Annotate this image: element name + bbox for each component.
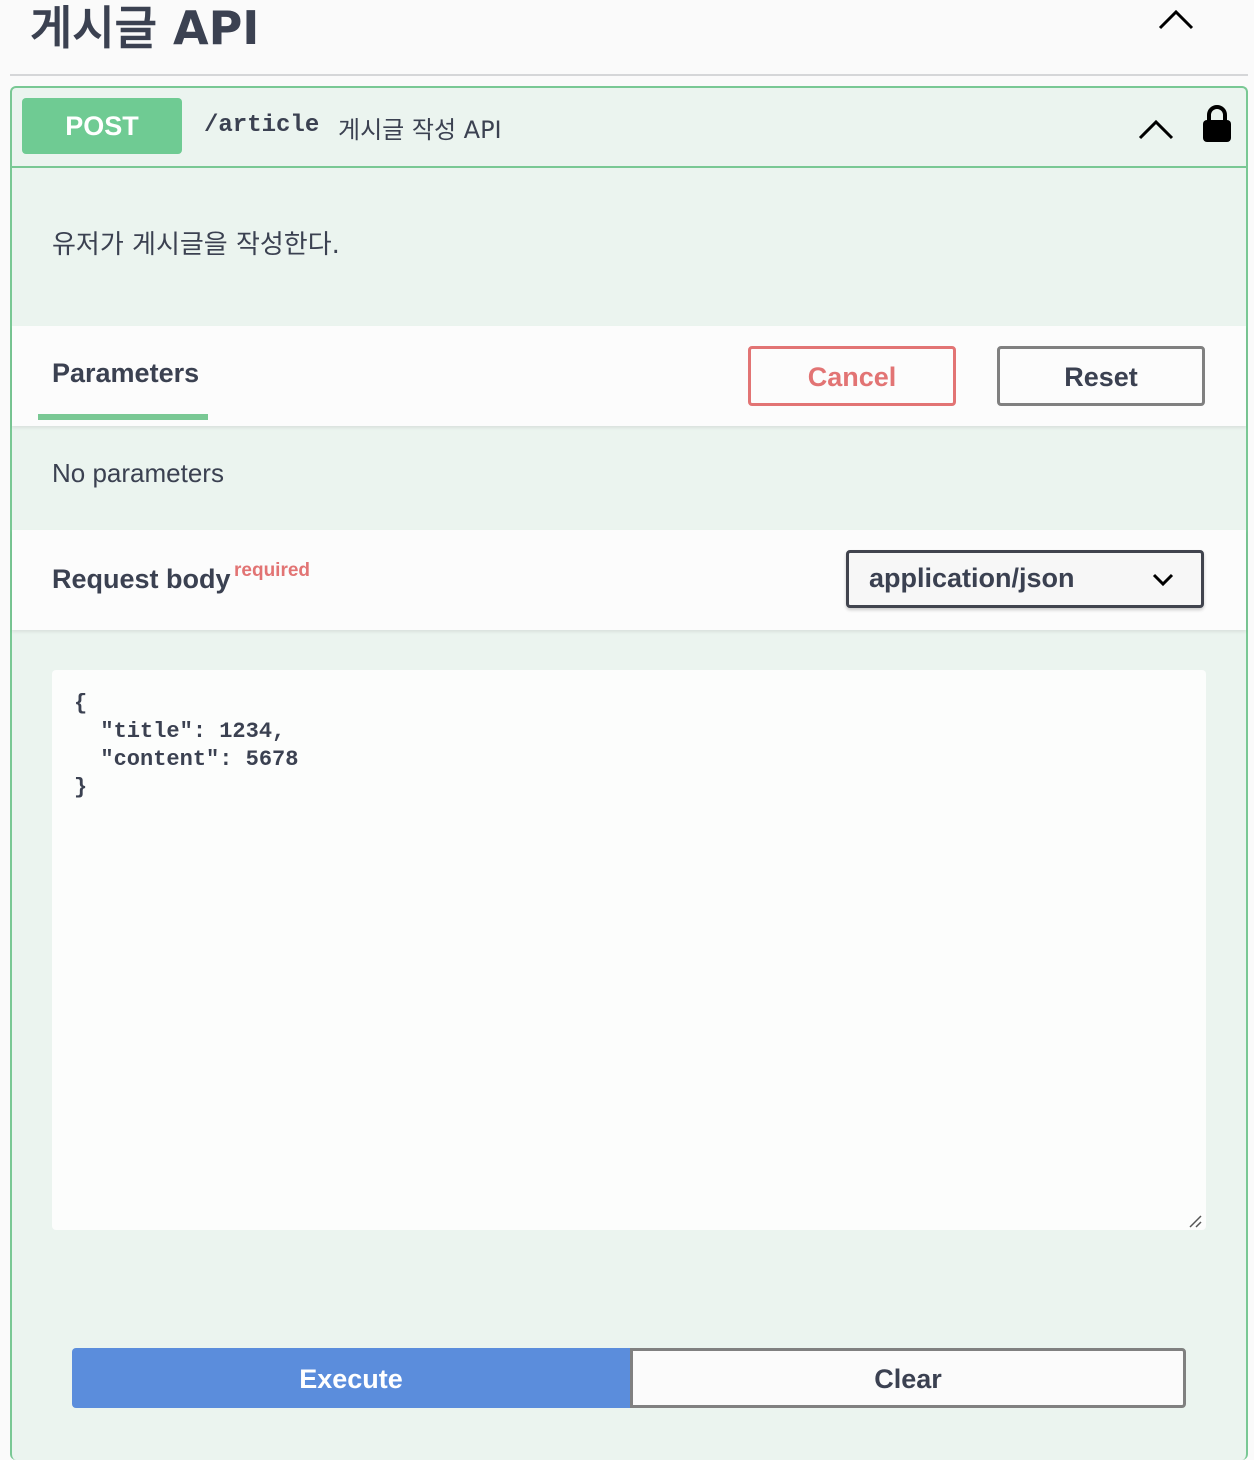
operation-block: POST /article 게시글 작성 API 유저가 게시글을 작성한다. … xyxy=(10,86,1248,1460)
operation-summary-text: 게시글 작성 API xyxy=(338,116,502,144)
tag-header[interactable]: 게시글 API xyxy=(10,0,1248,76)
request-body-label: Request body xyxy=(52,564,231,594)
lock-icon[interactable] xyxy=(1202,104,1232,144)
chevron-up-icon[interactable] xyxy=(1138,118,1174,140)
request-body-editor[interactable]: { "title": 1234, "content": 5678 } xyxy=(52,670,1206,1230)
operation-description: 유저가 게시글을 작성한다. xyxy=(52,230,340,260)
cancel-button[interactable]: Cancel xyxy=(748,346,956,406)
operation-summary[interactable]: POST /article 게시글 작성 API xyxy=(12,88,1246,168)
chevron-down-icon xyxy=(1152,573,1174,587)
execute-button[interactable]: Execute xyxy=(72,1348,630,1408)
request-body-header: Request body required application/json xyxy=(12,530,1246,630)
no-parameters-text: No parameters xyxy=(52,458,224,488)
method-badge: POST xyxy=(22,98,182,154)
parameters-header: Parameters Cancel Reset xyxy=(12,326,1246,426)
required-badge: required xyxy=(234,560,311,581)
request-body-json[interactable]: { "title": 1234, "content": 5678 } xyxy=(74,690,298,802)
resize-handle-icon[interactable] xyxy=(1188,1214,1202,1228)
content-type-value: application/json xyxy=(869,563,1075,593)
content-type-select[interactable]: application/json xyxy=(846,550,1204,608)
tag-title: 게시글 API xyxy=(30,1,260,55)
tab-underline xyxy=(38,414,208,420)
chevron-up-icon[interactable] xyxy=(1158,8,1194,32)
tab-parameters[interactable]: Parameters xyxy=(52,358,199,389)
clear-button[interactable]: Clear xyxy=(630,1348,1186,1408)
operation-path: /article xyxy=(204,112,320,139)
reset-button[interactable]: Reset xyxy=(997,346,1205,406)
